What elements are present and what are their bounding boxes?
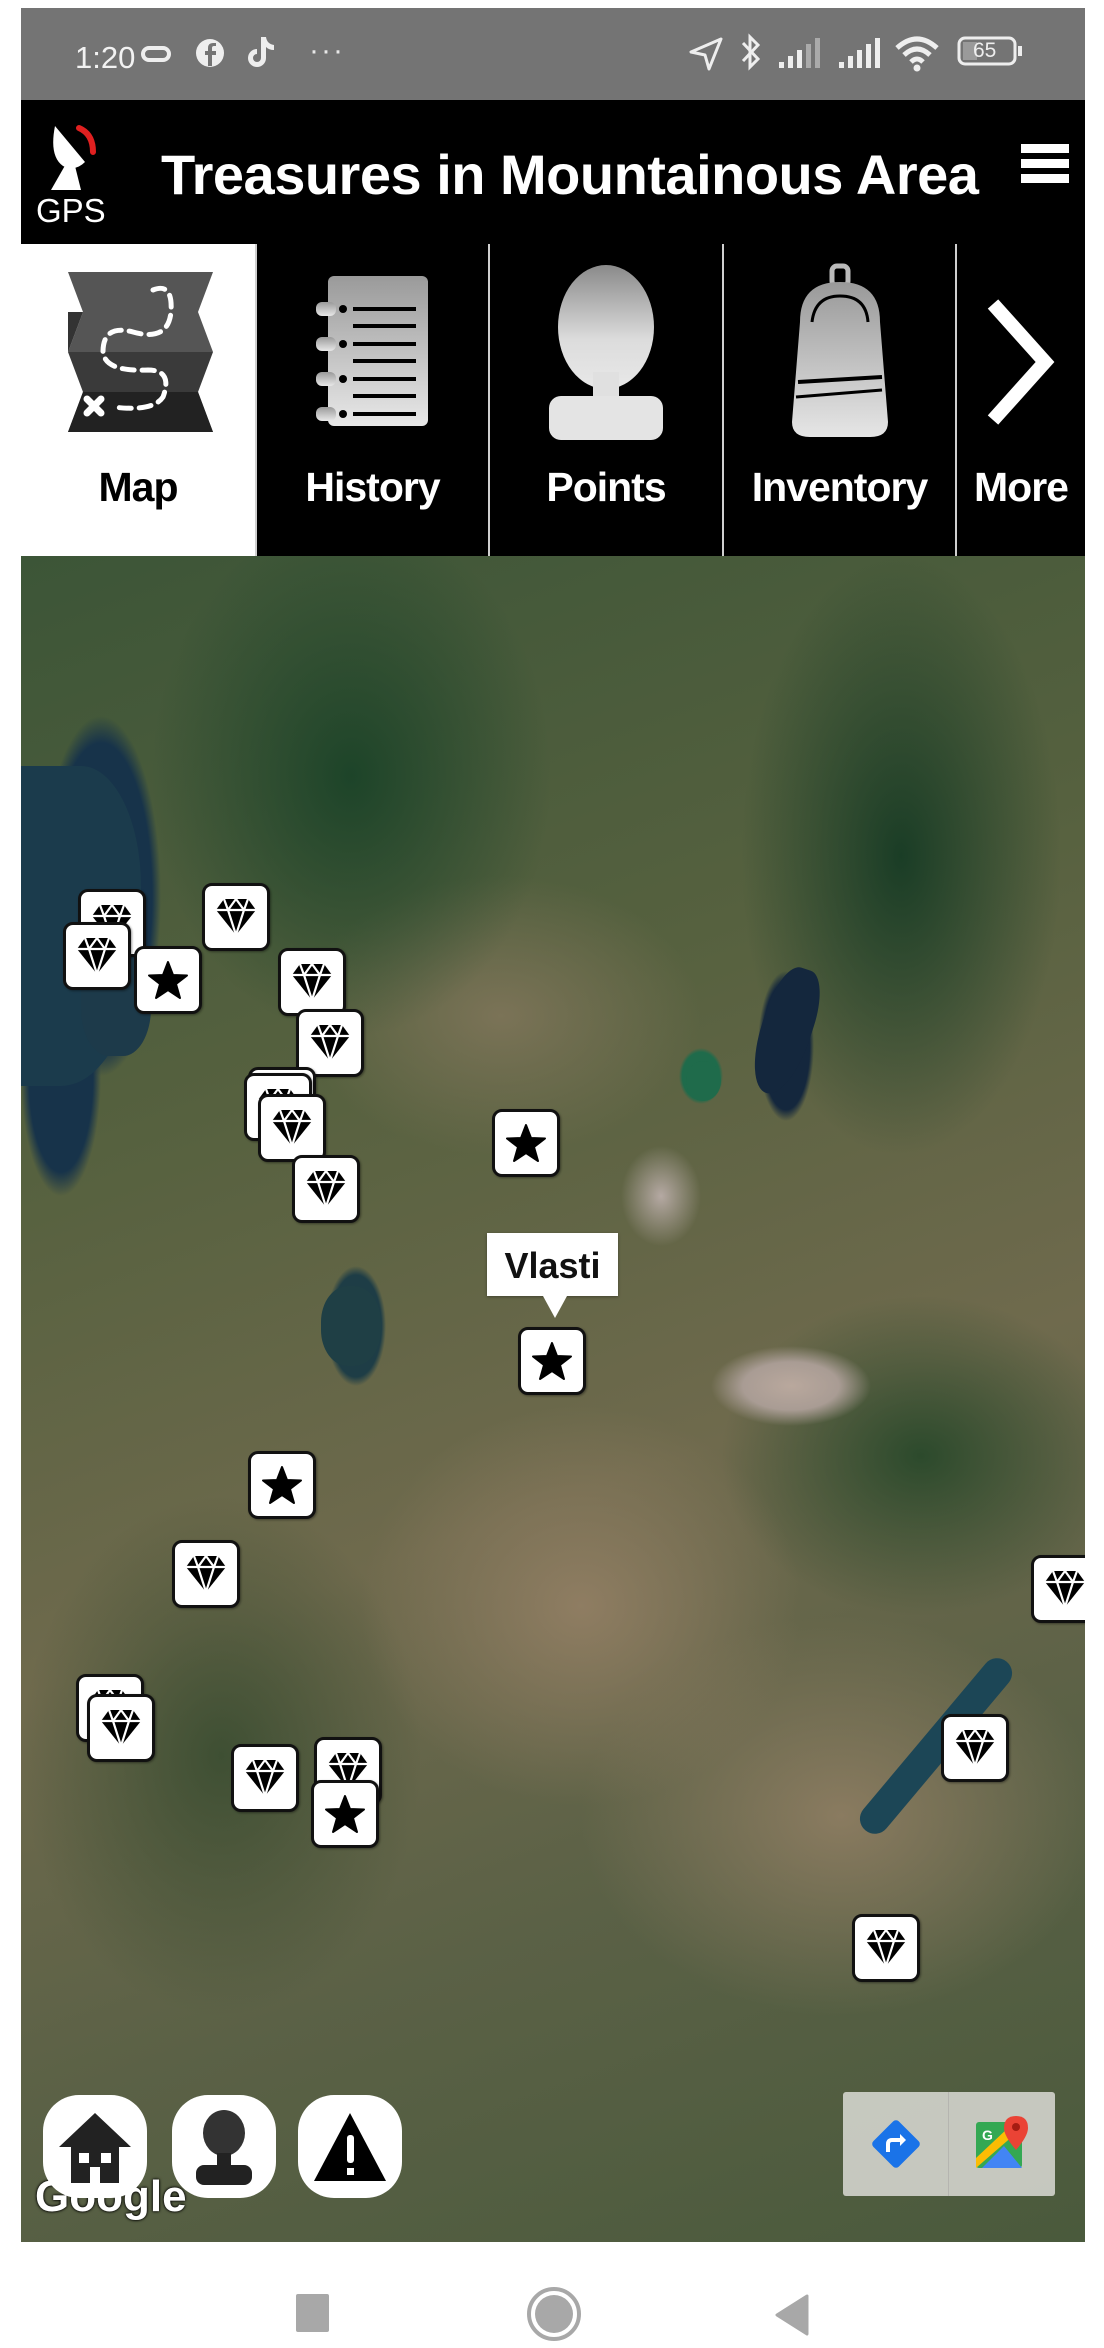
satellite-map[interactable]: Vlasti Google bbox=[21, 556, 1085, 2242]
gps-logo-label: GPS bbox=[36, 192, 106, 229]
treasure-map-icon bbox=[68, 272, 213, 432]
info-window-title: Vlasti bbox=[504, 1245, 601, 1286]
wifi-icon bbox=[895, 36, 939, 72]
map-marker-treasure[interactable] bbox=[87, 1694, 155, 1762]
tab-history[interactable]: History bbox=[257, 244, 490, 556]
back-button[interactable] bbox=[775, 2294, 809, 2336]
diamond-icon bbox=[272, 1108, 312, 1148]
diamond-icon bbox=[306, 1169, 346, 1209]
map-marker-point[interactable] bbox=[492, 1109, 560, 1177]
map-marker-point[interactable] bbox=[248, 1451, 316, 1519]
directions-button[interactable] bbox=[843, 2092, 949, 2196]
location-icon bbox=[689, 37, 723, 71]
tab-more[interactable]: More bbox=[957, 244, 1085, 556]
tiktok-icon bbox=[248, 37, 274, 67]
tab-inventory[interactable]: Inventory bbox=[724, 244, 957, 556]
hamburger-menu-icon bbox=[1021, 144, 1069, 153]
chevron-right-icon bbox=[987, 299, 1055, 425]
home-button[interactable] bbox=[43, 2095, 147, 2198]
voicemail-icon bbox=[141, 46, 171, 62]
diamond-icon bbox=[955, 1728, 995, 1768]
diamond-icon bbox=[292, 962, 332, 1002]
google-maps-icon: G bbox=[976, 2116, 1028, 2168]
player-location-button[interactable] bbox=[172, 2095, 276, 2198]
map-marker-point[interactable] bbox=[311, 1780, 379, 1848]
tab-history-label: History bbox=[305, 464, 440, 510]
star-icon bbox=[148, 961, 188, 999]
map-marker-treasure[interactable] bbox=[63, 922, 131, 990]
facebook-icon bbox=[196, 39, 224, 67]
map-marker-treasure[interactable] bbox=[852, 1914, 920, 1982]
tab-points-label: Points bbox=[546, 464, 666, 510]
diamond-icon bbox=[186, 1554, 226, 1594]
map-marker-treasure[interactable] bbox=[231, 1744, 299, 1812]
person-icon bbox=[549, 265, 663, 440]
map-marker-point[interactable] bbox=[518, 1327, 586, 1395]
info-window-pointer bbox=[543, 1296, 567, 1318]
open-in-google-maps-button[interactable]: G bbox=[949, 2092, 1055, 2196]
home-nav-button[interactable] bbox=[527, 2287, 581, 2341]
svg-text:G: G bbox=[982, 2127, 993, 2143]
lake bbox=[321, 1286, 381, 1366]
directions-icon bbox=[872, 2120, 920, 2168]
battery-icon: 65 bbox=[957, 36, 1022, 66]
status-time: 1:20 bbox=[75, 40, 136, 75]
hamburger-menu-icon-line bbox=[1021, 174, 1069, 183]
person-icon bbox=[196, 2109, 252, 2185]
main-tab-bar: Map History Points Inventory More bbox=[21, 244, 1085, 556]
diamond-icon bbox=[866, 1928, 906, 1968]
map-marker-treasure[interactable] bbox=[202, 883, 270, 951]
star-icon bbox=[532, 1342, 572, 1380]
gps-satellite-dish-icon bbox=[51, 125, 96, 190]
map-marker-point[interactable] bbox=[134, 946, 202, 1014]
signal-sim2-icon bbox=[839, 38, 880, 68]
lake bbox=[686, 1061, 721, 1101]
lake bbox=[742, 961, 830, 1101]
tab-map-label: Map bbox=[98, 464, 179, 510]
tab-more-label: More bbox=[974, 464, 1069, 510]
tab-points[interactable]: Points bbox=[490, 244, 724, 556]
diamond-icon bbox=[310, 1023, 350, 1063]
signal-sim1-icon bbox=[779, 38, 820, 68]
diamond-icon bbox=[101, 1708, 141, 1748]
tab-map[interactable]: Map bbox=[21, 244, 257, 556]
map-toolbar: G bbox=[843, 2092, 1055, 2196]
app-header: GPS Treasures in Mountainous Area bbox=[21, 100, 1085, 244]
home-icon bbox=[59, 2112, 131, 2183]
bluetooth-icon bbox=[741, 33, 761, 71]
status-bar: 1:20 ··· 65 bbox=[21, 8, 1085, 100]
battery-level: 65 bbox=[973, 39, 997, 62]
map-marker-treasure[interactable] bbox=[172, 1540, 240, 1608]
hamburger-menu-icon-line bbox=[1021, 159, 1069, 168]
tab-inventory-label: Inventory bbox=[751, 464, 929, 510]
backpack-icon bbox=[791, 263, 888, 437]
home-nav-icon bbox=[535, 2295, 573, 2333]
star-icon bbox=[262, 1466, 302, 1504]
more-notifications-icon: ··· bbox=[309, 34, 345, 67]
recents-button[interactable] bbox=[296, 2294, 329, 2332]
map-marker-treasure[interactable] bbox=[1031, 1555, 1085, 1623]
info-window[interactable]: Vlasti bbox=[487, 1233, 618, 1318]
diamond-icon bbox=[245, 1758, 285, 1798]
map-marker-treasure[interactable] bbox=[292, 1155, 360, 1223]
alert-button[interactable] bbox=[298, 2095, 402, 2198]
map-marker-treasure[interactable] bbox=[258, 1094, 326, 1162]
star-icon bbox=[506, 1124, 546, 1162]
star-icon bbox=[325, 1795, 365, 1833]
notebook-icon bbox=[315, 276, 428, 426]
warning-icon bbox=[314, 2112, 386, 2181]
map-marker-treasure[interactable] bbox=[278, 948, 346, 1016]
diamond-icon bbox=[77, 936, 117, 976]
diamond-icon bbox=[1045, 1569, 1085, 1609]
diamond-icon bbox=[216, 897, 256, 937]
app-title: Treasures in Mountainous Area bbox=[161, 143, 979, 206]
hamburger-menu-button[interactable] bbox=[1021, 144, 1069, 192]
map-marker-treasure[interactable] bbox=[941, 1714, 1009, 1782]
system-nav-bar bbox=[0, 2242, 1104, 2348]
